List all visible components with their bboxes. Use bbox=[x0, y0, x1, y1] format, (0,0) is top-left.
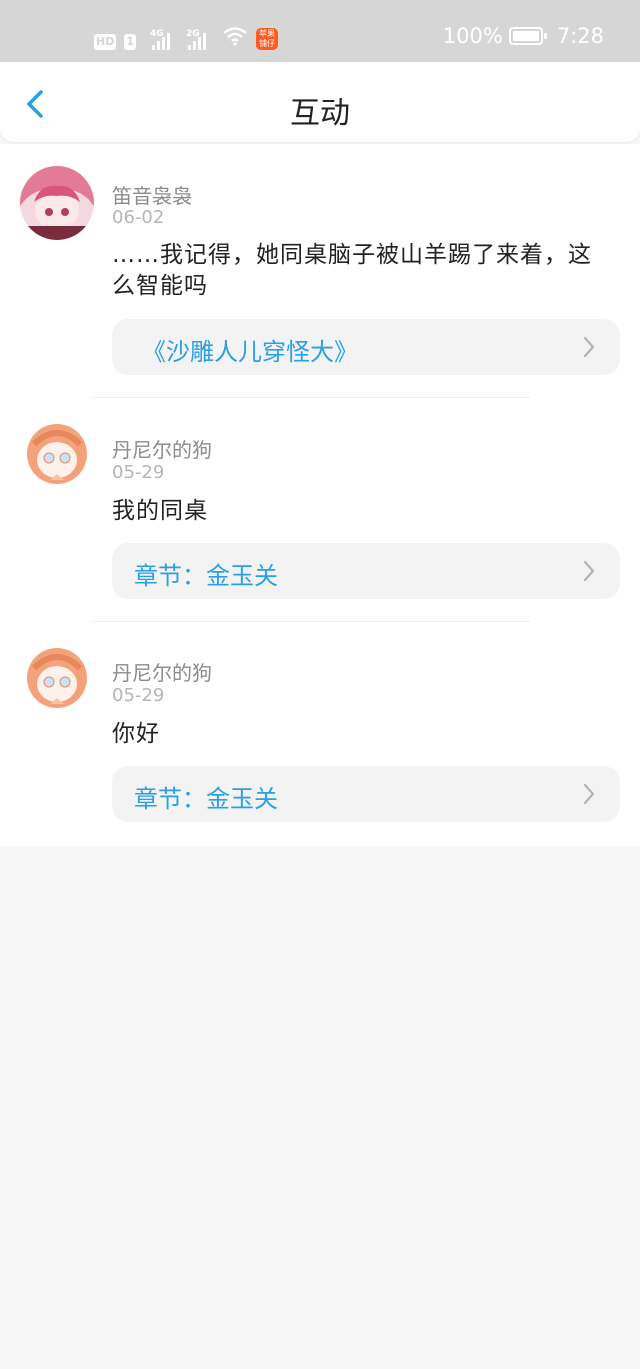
book-link-card[interactable]: 《沙雕人儿穿怪大》 bbox=[112, 319, 620, 375]
chapter-link-text: 章节：金玉关 bbox=[134, 562, 278, 590]
status-icons-left: HD 1 4G 2G 苹果 铺仔 bbox=[94, 24, 278, 50]
divider bbox=[90, 621, 530, 622]
chapter-link-card[interactable]: 章节：金玉关 bbox=[112, 766, 620, 822]
username[interactable]: 笛音袅袅 bbox=[112, 180, 192, 209]
comment-date: 05-29 bbox=[112, 462, 165, 483]
avatar[interactable] bbox=[20, 166, 94, 240]
avatar[interactable] bbox=[22, 646, 92, 716]
signal-icon-2: 2G bbox=[186, 29, 206, 50]
network-type-label: 4G bbox=[150, 29, 164, 39]
comment-text: 你好 bbox=[112, 721, 160, 747]
chapter-link-text: 章节：金玉关 bbox=[134, 785, 278, 813]
battery-percent: 100% bbox=[442, 24, 503, 48]
status-bar: HD 1 4G 2G 苹果 铺仔 100% 7:28 bbox=[0, 0, 640, 62]
battery-icon bbox=[508, 27, 547, 45]
chevron-right-icon bbox=[583, 783, 595, 805]
username[interactable]: 丹尼尔的狗 bbox=[112, 657, 212, 686]
username[interactable]: 丹尼尔的狗 bbox=[112, 434, 212, 463]
chapter-link-card[interactable]: 章节：金玉关 bbox=[112, 543, 620, 599]
clock: 7:28 bbox=[556, 24, 604, 48]
comment-date: 06-02 bbox=[112, 207, 165, 228]
avatar[interactable] bbox=[22, 422, 92, 492]
app-notification-icon: 苹果 铺仔 bbox=[256, 28, 278, 50]
chevron-right-icon bbox=[583, 336, 595, 358]
header-bar: 互动 bbox=[0, 62, 640, 142]
comment-date: 05-29 bbox=[112, 685, 165, 706]
comment-text: ……我记得，她同桌脑子被山羊踢了来着，这么智能吗 bbox=[112, 242, 592, 299]
hd-badge: HD bbox=[94, 34, 117, 50]
book-link-text: 《沙雕人儿穿怪大》 bbox=[142, 338, 358, 366]
status-icons-right: 100% 7:28 bbox=[443, 24, 604, 48]
signal-icon: 4G bbox=[150, 29, 170, 50]
interaction-list: 笛音袅袅 06-02 ……我记得，她同桌脑子被山羊踢了来着，这么智能吗 《沙雕人… bbox=[0, 144, 640, 846]
chevron-right-icon bbox=[583, 560, 595, 582]
comment-text: 我的同桌 bbox=[112, 498, 208, 524]
sim-badge: 1 bbox=[124, 34, 136, 50]
wifi-icon bbox=[222, 26, 248, 50]
page-title: 互动 bbox=[290, 96, 350, 131]
divider bbox=[90, 397, 530, 398]
network-type-label-2: 2G bbox=[186, 29, 200, 39]
